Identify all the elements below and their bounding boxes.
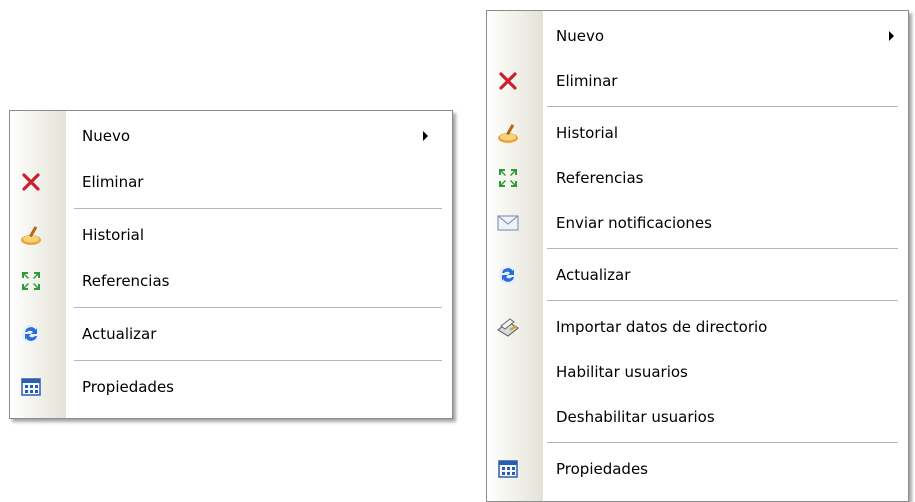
menu-item-label: Referencias [82,272,170,290]
import-directory-icon [496,315,520,339]
menu-item-propiedades[interactable]: Propiedades [487,446,908,491]
menu-item-label: Nuevo [556,26,605,45]
menu-item-label: Importar datos de directorio [556,317,768,336]
menu-item-propiedades[interactable]: Propiedades [10,364,452,410]
menu-separator [547,106,898,107]
menu-item-label: Nuevo [82,127,131,145]
menu-item-actualizar[interactable]: Actualizar [10,311,452,357]
menu-separator [547,442,898,443]
menu-separator [547,300,898,301]
context-menu-left: Nuevo Eliminar Historial Referencias Act… [9,110,453,419]
menu-item-label: Actualizar [556,265,631,284]
references-icon [19,269,43,293]
menu-item-label: Eliminar [556,71,618,90]
menu-item-label: Deshabilitar usuarios [556,407,715,426]
menu-separator [547,248,898,249]
menu-separator [74,360,442,361]
menu-separator [74,307,442,308]
references-icon [496,166,520,190]
menu-item-habilitar-usuarios[interactable]: Habilitar usuarios [487,349,908,394]
envelope-icon [496,211,520,235]
menu-item-historial[interactable]: Historial [487,110,908,155]
menu-item-label: Historial [556,123,619,142]
refresh-icon [496,263,520,287]
menu-item-historial[interactable]: Historial [10,212,452,258]
menu-item-eliminar[interactable]: Eliminar [487,58,908,103]
menu-item-label: Eliminar [82,173,144,191]
refresh-icon [19,322,43,346]
menu-item-label: Enviar notificaciones [556,213,712,232]
menu-item-importar-datos-de-directorio[interactable]: Importar datos de directorio [487,304,908,349]
context-menu-right: Nuevo Eliminar Historial Referencias Env… [486,10,909,502]
menu-item-label: Propiedades [556,459,648,478]
history-icon [19,223,43,247]
menu-item-label: Historial [82,226,145,244]
menu-item-label: Propiedades [82,378,174,396]
menu-item-label: Actualizar [82,325,157,343]
delete-x-icon [496,69,520,93]
submenu-arrow-icon [423,131,428,141]
properties-icon [19,375,43,399]
delete-x-icon [19,170,43,194]
menu-item-deshabilitar-usuarios[interactable]: Deshabilitar usuarios [487,394,908,439]
menu-item-nuevo[interactable]: Nuevo [10,113,452,159]
menu-item-actualizar[interactable]: Actualizar [487,252,908,297]
menu-item-referencias[interactable]: Referencias [10,258,452,304]
properties-icon [496,457,520,481]
menu-item-referencias[interactable]: Referencias [487,155,908,200]
menu-item-label: Habilitar usuarios [556,362,688,381]
menu-item-label: Referencias [556,168,644,187]
menu-item-nuevo[interactable]: Nuevo [487,13,908,58]
history-icon [496,121,520,145]
submenu-arrow-icon [889,30,894,41]
menu-item-eliminar[interactable]: Eliminar [10,159,452,205]
menu-item-enviar-notificaciones[interactable]: Enviar notificaciones [487,200,908,245]
menu-separator [74,208,442,209]
